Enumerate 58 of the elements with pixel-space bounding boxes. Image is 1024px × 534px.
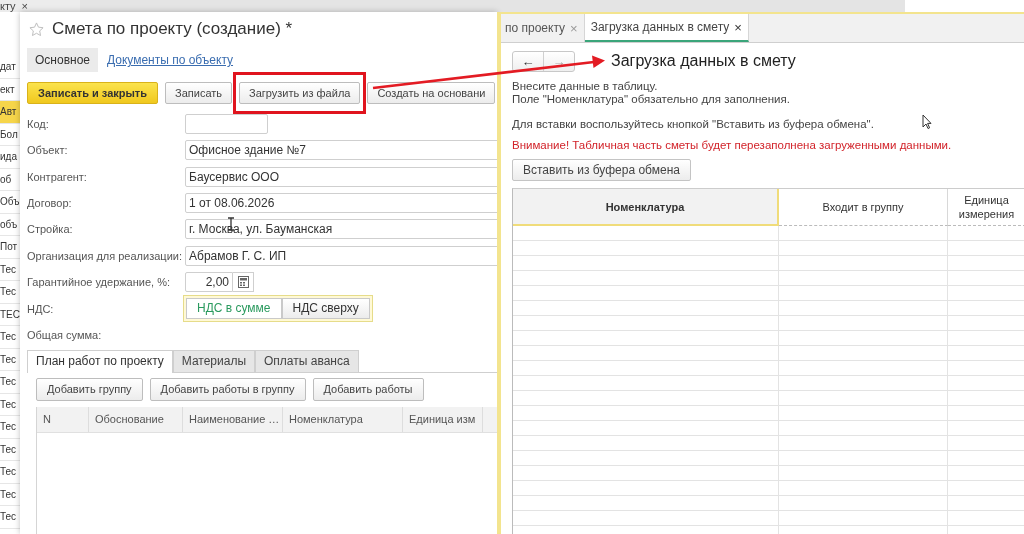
close-icon[interactable]: × xyxy=(734,19,742,35)
tab[interactable]: Оплаты аванса xyxy=(255,349,359,372)
column-header[interactable]: Номенклатура xyxy=(283,406,403,432)
field-label: Код: xyxy=(27,118,50,131)
section-link[interactable]: Документы по объекту xyxy=(99,48,242,72)
column-header[interactable]: Единица измерения xyxy=(948,189,1024,226)
column-header[interactable]: Номенклатура xyxy=(513,189,779,226)
column-header[interactable]: Единица изм xyxy=(403,406,483,432)
paste-button[interactable]: Вставить из буфера обмена xyxy=(512,159,691,181)
page-title: Загрузка данных в смету xyxy=(611,52,796,70)
field-label: НДС: xyxy=(27,302,55,315)
instruction-text: Поле "Номенклатура" обязательно для заполнения. xyxy=(512,93,790,106)
star-icon[interactable] xyxy=(29,21,44,37)
toolbar-button[interactable]: Записать xyxy=(165,82,233,104)
tab[interactable]: по проекту × xyxy=(501,14,585,42)
section-tab[interactable]: Основное xyxy=(27,48,98,72)
column-header[interactable]: N xyxy=(37,406,89,432)
close-icon[interactable]: × xyxy=(21,0,29,12)
input-field[interactable]: г. Москва, ул. Бауманская xyxy=(185,219,497,240)
back-button[interactable]: ← xyxy=(513,51,543,71)
column-header[interactable]: Входит в группу xyxy=(779,189,948,226)
table-button[interactable]: Добавить работы xyxy=(312,377,424,401)
toolbar-button[interactable]: Загрузить из файла xyxy=(239,82,361,104)
field-label: Объект: xyxy=(27,144,69,157)
cursor-icon xyxy=(922,114,932,129)
field-label: Стройка: xyxy=(27,223,74,236)
tab-label: по проекту xyxy=(505,21,566,35)
input-field[interactable]: Баусервис ООО xyxy=(185,166,497,187)
field-label: Общая сумма: xyxy=(27,328,103,341)
input-field[interactable]: Офисное здание №7 xyxy=(185,140,497,161)
tab[interactable]: Материалы xyxy=(172,349,256,372)
number-field[interactable]: 2,00 xyxy=(185,271,233,292)
tab[interactable]: План работ по проекту xyxy=(27,349,173,373)
tab-label[interactable]: кту xyxy=(0,0,16,12)
field-label: Контрагент: xyxy=(27,170,88,183)
column-header[interactable]: Наименование … xyxy=(183,406,283,432)
input-field[interactable]: Абрамов Г. С. ИП xyxy=(185,245,497,266)
input-field[interactable] xyxy=(185,114,268,135)
tab[interactable]: Загрузка данных в смету × xyxy=(584,14,749,42)
input-field[interactable]: 1 от 08.06.2026 xyxy=(185,193,497,214)
toggle-option[interactable]: НДС в сумме xyxy=(186,298,282,320)
table-button[interactable]: Добавить группу xyxy=(36,377,143,401)
toolbar-button[interactable]: Создать на основани xyxy=(367,82,496,104)
field-label: Договор: xyxy=(27,197,73,210)
field-label: Гарантийное удержание, %: xyxy=(27,275,171,288)
tab-label: Загрузка данных в смету xyxy=(590,20,730,34)
column-header[interactable]: Обоснование xyxy=(89,406,183,432)
toolbar-button[interactable]: Записать и закрыть xyxy=(27,82,159,104)
field-label: Организация для реализации: xyxy=(27,249,183,262)
warning-text: Внимание! Табличная часть сметы будет перезаполнена загруженными данными. xyxy=(512,139,952,152)
hint-text: Для вставки воспользуйтесь кнопкой "Вставить из буфера обмена". xyxy=(512,118,874,131)
instruction-text: Внесите данные в таблицу. xyxy=(512,80,658,93)
calculator-button[interactable] xyxy=(233,271,254,292)
toggle-option[interactable]: НДС сверху xyxy=(281,298,370,320)
table-button[interactable]: Добавить работы в группу xyxy=(149,377,306,401)
calculator-icon xyxy=(237,275,249,288)
list-item[interactable]: Авт xyxy=(0,101,20,124)
window-title: Смета по проекту (создание) * xyxy=(52,19,293,39)
